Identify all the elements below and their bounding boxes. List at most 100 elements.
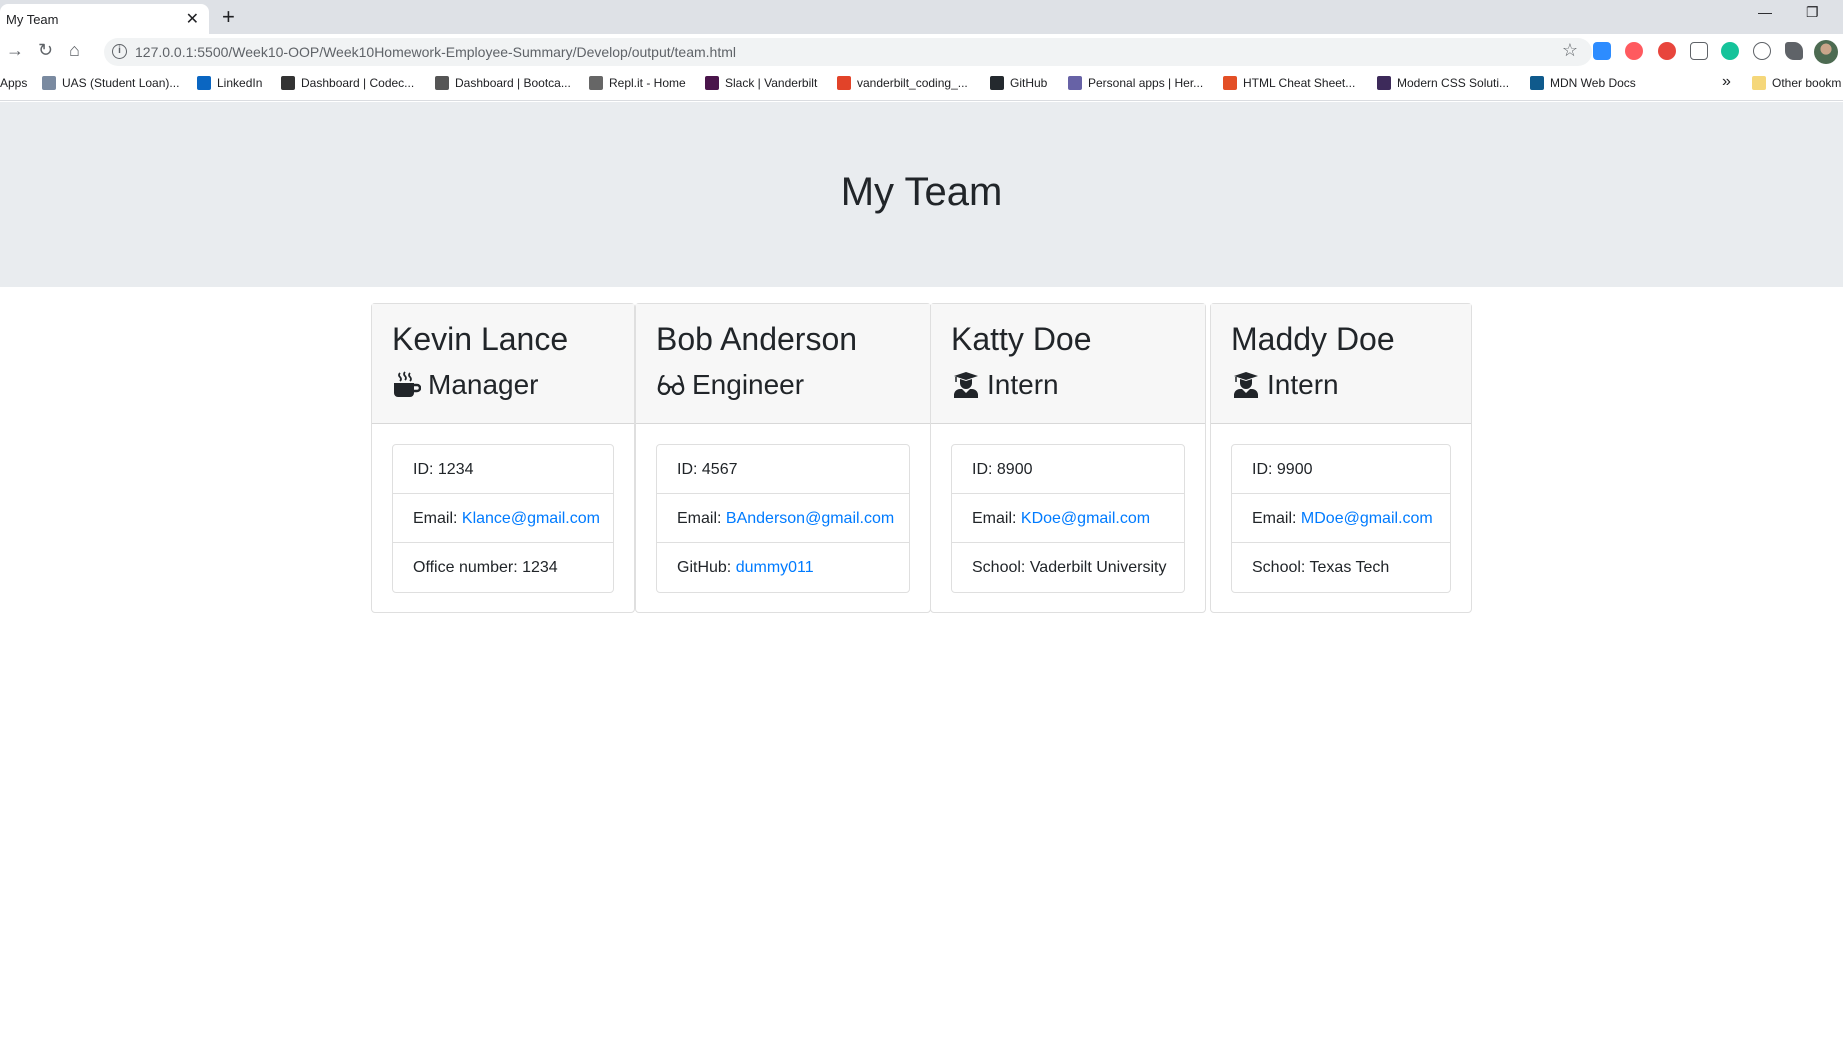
bookmark-label: UAS (Student Loan)... [62, 76, 180, 90]
bookmark-favicon-icon [281, 76, 295, 90]
bookmark-favicon-icon [589, 76, 603, 90]
employee-card: Katty Doe Intern ID: 8900 Email: KDoe@gm… [930, 303, 1206, 613]
card-header: Maddy Doe Intern [1211, 304, 1471, 424]
extension-icon[interactable] [1625, 42, 1643, 60]
bookmark-item[interactable]: HTML Cheat Sheet... [1223, 76, 1355, 90]
bookmark-item[interactable]: GitHub [990, 76, 1047, 90]
page-title: My Team [840, 170, 1003, 214]
extensions-puzzle-icon[interactable] [1785, 42, 1803, 60]
employee-email-row: Email: Klance@gmail.com [393, 494, 613, 543]
bookmark-item[interactable]: LinkedIn [197, 76, 262, 90]
bookmarks-bar: MDN Web Docs Modern CSS Soluti... HTML Che… [0, 68, 1843, 101]
home-icon[interactable]: ⌂ [69, 40, 80, 61]
more-bookmarks-icon[interactable]: » [1722, 73, 1731, 91]
bookmark-favicon-icon [1223, 76, 1237, 90]
bookmark-label: Personal apps | Her... [1088, 76, 1204, 90]
extra-label: GitHub: [677, 559, 736, 576]
bookmark-favicon-icon [435, 76, 449, 90]
minimize-icon[interactable]: — [1758, 4, 1772, 20]
card-header: Kevin Lance Manager [372, 304, 634, 424]
mug-icon [392, 369, 422, 401]
card-header: Katty Doe Intern [931, 304, 1205, 424]
employee-name: Maddy Doe [1231, 321, 1395, 357]
employee-details: ID: 9900 Email: MDoe@gmail.com School: T… [1231, 444, 1451, 593]
bookmark-item[interactable]: Dashboard | Codec... [281, 76, 414, 90]
email-link[interactable]: MDoe@gmail.com [1301, 510, 1433, 527]
bookmark-favicon-icon [705, 76, 719, 90]
forward-icon[interactable]: → [6, 40, 24, 61]
header-jumbotron: My Team [0, 102, 1843, 287]
bookmark-label: Dashboard | Bootca... [455, 76, 571, 90]
other-bookmarks[interactable]: Other bookm [1752, 76, 1841, 90]
site-info-icon[interactable]: i [112, 44, 127, 59]
reload-icon[interactable]: ↻ [38, 40, 53, 61]
employee-id: ID: 9900 [1232, 445, 1450, 494]
bookmark-item[interactable]: Repl.it - Home [589, 76, 686, 90]
bookmark-item[interactable]: MDN Web Docs [1530, 76, 1636, 90]
employee-card: Bob Anderson Engineer ID: 4567 Email: BA… [635, 303, 931, 613]
browser-tab[interactable]: My Team ✕ [0, 4, 209, 34]
bookmark-item[interactable]: Slack | Vanderbilt [705, 76, 817, 90]
employee-name: Kevin Lance [392, 321, 569, 357]
bookmark-label: Dashboard | Codec... [301, 76, 415, 90]
employee-details: ID: 4567 Email: BAnderson@gmail.com GitH… [656, 444, 910, 593]
bookmark-item[interactable]: Modern CSS Soluti... [1377, 76, 1509, 90]
browser-tabstrip: My Team ✕ + — ❐ [0, 0, 1843, 34]
profile-avatar[interactable] [1814, 40, 1838, 64]
bookmark-star-icon[interactable]: ☆ [1562, 40, 1578, 61]
bookmark-label: GitHub [1010, 76, 1048, 90]
role-label: Intern [987, 369, 1059, 400]
employee-card: Maddy Doe Intern ID: 9900 Email: MDoe@gm… [1210, 303, 1472, 613]
bookmark-favicon-icon [1068, 76, 1082, 90]
url-text[interactable]: 127.0.0.1:5500/Week10-OOP/Week10Homework… [135, 44, 736, 60]
employee-role: Intern [951, 367, 1185, 403]
email-label: Email: [1252, 510, 1301, 527]
email-label: Email: [677, 510, 726, 527]
bookmark-favicon-icon [990, 76, 1004, 90]
bookmark-item[interactable]: Personal apps | Her... [1068, 76, 1203, 90]
other-bookmarks-label: Other bookm [1772, 76, 1842, 90]
address-bar[interactable]: i 127.0.0.1:5500/Week10-OOP/Week10Homewo… [104, 38, 1592, 66]
tab-close-icon[interactable]: ✕ [186, 9, 199, 29]
bookmark-label: HTML Cheat Sheet... [1243, 76, 1356, 90]
grammarly-icon[interactable] [1721, 42, 1739, 60]
extension-icon[interactable] [1753, 42, 1771, 60]
card-body: ID: 4567 Email: BAnderson@gmail.com GitH… [636, 424, 930, 613]
restore-icon[interactable]: ❐ [1806, 4, 1819, 21]
extension-icon[interactable] [1658, 42, 1676, 60]
email-link[interactable]: Klance@gmail.com [462, 510, 600, 527]
bookmark-label: Repl.it - Home [609, 76, 686, 90]
extension-icon[interactable] [1690, 42, 1708, 60]
card-body: ID: 9900 Email: MDoe@gmail.com School: T… [1211, 424, 1471, 613]
bookmark-label: Slack | Vanderbilt [725, 76, 818, 90]
employee-email-row: Email: KDoe@gmail.com [952, 494, 1184, 543]
graduate-icon [1231, 369, 1261, 401]
employee-id: ID: 8900 [952, 445, 1184, 494]
employee-details: ID: 8900 Email: KDoe@gmail.com School: V… [951, 444, 1185, 593]
email-link[interactable]: KDoe@gmail.com [1021, 510, 1150, 527]
employee-id: ID: 1234 [393, 445, 613, 494]
bookmark-favicon-icon [42, 76, 56, 90]
employee-extra-row: School: Vaderbilt University [952, 543, 1184, 592]
employee-email-row: Email: BAnderson@gmail.com [657, 494, 909, 543]
github-link[interactable]: dummy011 [736, 559, 814, 576]
bookmark-item[interactable]: Dashboard | Bootca... [435, 76, 571, 90]
bookmark-item[interactable]: vanderbilt_coding_... [837, 76, 968, 90]
bookmark-label: MDN Web Docs [1550, 76, 1636, 90]
extra-label: School: Texas Tech [1252, 559, 1390, 576]
bookmark-item[interactable]: UAS (Student Loan)... [42, 76, 179, 90]
apps-shortcut[interactable]: Apps [0, 76, 27, 90]
card-header: Bob Anderson Engineer [636, 304, 930, 424]
new-tab-button[interactable]: + [222, 4, 235, 30]
bookmark-label: vanderbilt_coding_... [857, 76, 968, 90]
employee-name: Bob Anderson [656, 321, 858, 357]
card-body: ID: 8900 Email: KDoe@gmail.com School: V… [931, 424, 1205, 613]
role-label: Manager [428, 369, 539, 400]
email-link[interactable]: BAnderson@gmail.com [726, 510, 894, 527]
bookmark-label: Modern CSS Soluti... [1397, 76, 1510, 90]
employee-id: ID: 4567 [657, 445, 909, 494]
bookmark-favicon-icon [837, 76, 851, 90]
card-body: ID: 1234 Email: Klance@gmail.com Office … [372, 424, 634, 613]
employee-email-row: Email: MDoe@gmail.com [1232, 494, 1450, 543]
zoom-extension-icon[interactable] [1593, 42, 1611, 60]
